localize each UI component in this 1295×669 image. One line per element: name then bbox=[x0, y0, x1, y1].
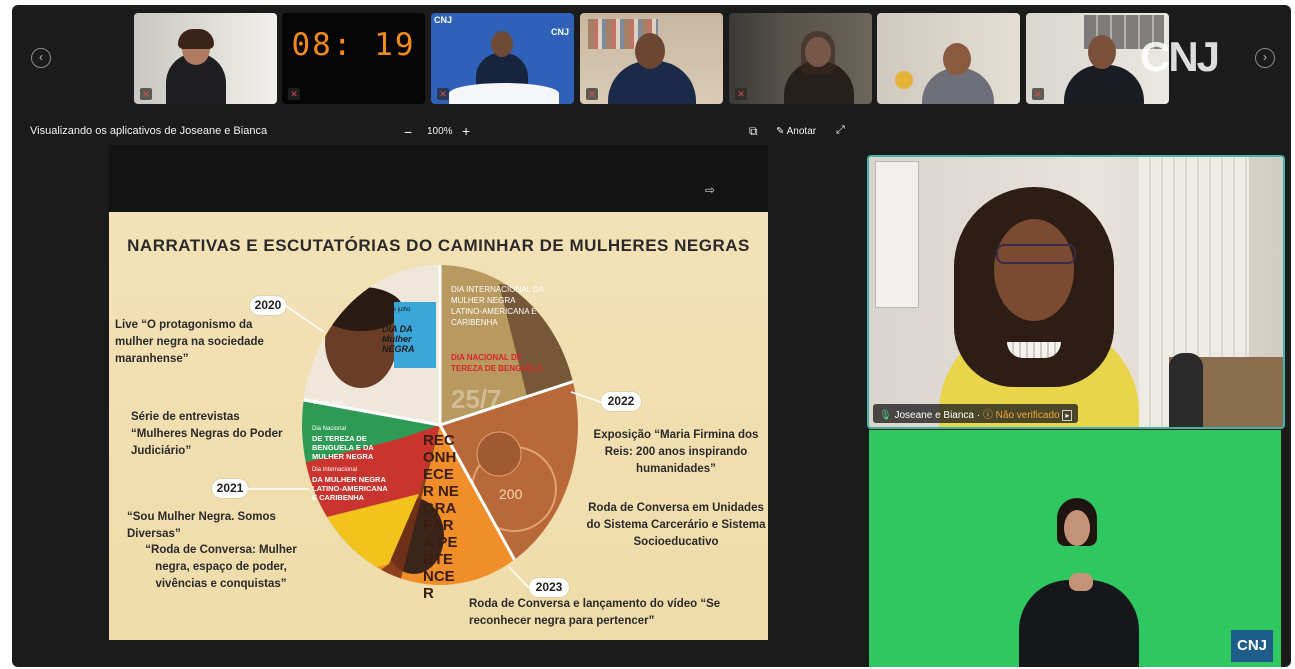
annotate-label: Anotar bbox=[786, 126, 817, 137]
glasses bbox=[996, 244, 1076, 264]
decor bbox=[895, 71, 913, 89]
arrow-right-icon[interactable]: ⇨ bbox=[705, 183, 715, 197]
interpreter-video[interactable]: CNJ bbox=[869, 430, 1281, 667]
unverified-status: ⓘ Não verificado bbox=[982, 410, 1060, 421]
participant-tile-4[interactable]: ✕ bbox=[580, 13, 723, 104]
participant-tile-3[interactable]: CNJ CNJ ✕ bbox=[431, 13, 574, 104]
text-2023: Roda de Conversa e lançamento do vídeo “… bbox=[469, 598, 721, 627]
window-icon[interactable]: ⧉ bbox=[749, 124, 758, 139]
meeting-window: ‹ › ✕ 08: 19 ✕ CNJ CNJ ✕ ✕ ✕ ✕ CNJ Visua… bbox=[12, 5, 1291, 667]
mic-muted-icon: ✕ bbox=[288, 88, 300, 100]
connector-2022 bbox=[570, 391, 602, 403]
cnj-badge: CNJ bbox=[1231, 630, 1273, 662]
mic-muted-icon: ✕ bbox=[1032, 88, 1044, 100]
speaker-face bbox=[994, 219, 1074, 321]
zoom-in-button[interactable]: + bbox=[462, 123, 470, 139]
chevron-left-icon[interactable]: ‹ bbox=[31, 48, 51, 68]
viewing-label: Visualizando os aplicativos de Joseane e… bbox=[30, 125, 268, 137]
speaker-name: Joseane e Bianca bbox=[894, 410, 974, 421]
chair bbox=[1169, 353, 1203, 427]
participant-tile-1[interactable]: ✕ bbox=[134, 13, 277, 104]
whiteboard bbox=[875, 161, 919, 308]
interpreter-body bbox=[1019, 580, 1139, 667]
mic-muted-icon: ✕ bbox=[735, 88, 747, 100]
zoom-out-button[interactable]: − bbox=[404, 124, 412, 140]
desk bbox=[449, 83, 559, 104]
text-2020-live: Live “O protagonismo da mulher negra na … bbox=[115, 319, 264, 365]
fullscreen-icon[interactable]: ⤢ bbox=[836, 124, 845, 137]
participant-hair bbox=[178, 29, 214, 49]
participant-head bbox=[491, 31, 513, 57]
cnj-logo-small: CNJ bbox=[550, 27, 569, 37]
zoom-level: 100% bbox=[427, 126, 453, 137]
participant-hair bbox=[801, 31, 835, 75]
participant-tile-clock[interactable]: 08: 19 ✕ bbox=[282, 13, 425, 104]
text-2020-interviews: Série de entrevistas “Mulheres Negras do… bbox=[131, 411, 283, 457]
participant-tile-5[interactable]: ✕ bbox=[729, 13, 872, 104]
necklace bbox=[1007, 342, 1061, 358]
participant-tile-6[interactable] bbox=[877, 13, 1020, 104]
clock-display: 08: 19 bbox=[291, 26, 416, 63]
annotate-button[interactable]: ✎ Anotar bbox=[776, 126, 816, 137]
connector-2023 bbox=[508, 566, 530, 589]
pen-icon: ✎ bbox=[776, 126, 785, 137]
text-2021-a: “Sou Mulher Negra. Somos Diversas” bbox=[127, 511, 276, 540]
speaker-video[interactable]: 🎙︎ Joseane e Bianca · ⓘ Não verificado ▸ bbox=[867, 155, 1285, 429]
connector-2020 bbox=[285, 305, 325, 333]
presentation-slide: NARRATIVAS E ESCUTATÓRIAS DO CAMINHAR DE… bbox=[109, 212, 768, 640]
interpreter-hands bbox=[1069, 573, 1093, 591]
participant-head bbox=[635, 33, 665, 69]
participant-body bbox=[1064, 65, 1144, 104]
cnj-logo-small: CNJ bbox=[434, 15, 453, 25]
cnj-logo: CNJ bbox=[1140, 33, 1220, 80]
shared-screen-header: ⇨ bbox=[109, 145, 768, 212]
text-2022-a: Exposição “Maria Firmina dos Reis: 200 a… bbox=[593, 429, 759, 475]
participant-head bbox=[943, 43, 971, 75]
text-2021-b: “Roda de Conversa: Mulher negra, espaço … bbox=[145, 544, 297, 590]
mic-muted-icon: ✕ bbox=[140, 88, 152, 100]
mic-muted-icon: ✕ bbox=[437, 88, 449, 100]
speaker-namebar: 🎙︎ Joseane e Bianca · ⓘ Não verificado ▸ bbox=[873, 404, 1079, 423]
chevron-right-icon[interactable]: › bbox=[1255, 48, 1275, 68]
interpreter-face bbox=[1064, 510, 1090, 546]
mic-icon: 🎙︎ bbox=[879, 410, 892, 421]
expand-icon[interactable]: ▸ bbox=[1062, 410, 1073, 421]
mic-muted-icon: ✕ bbox=[586, 88, 598, 100]
text-2022-b: Roda de Conversa em Unidades do Sistema … bbox=[586, 502, 766, 548]
participant-head bbox=[1088, 35, 1116, 69]
